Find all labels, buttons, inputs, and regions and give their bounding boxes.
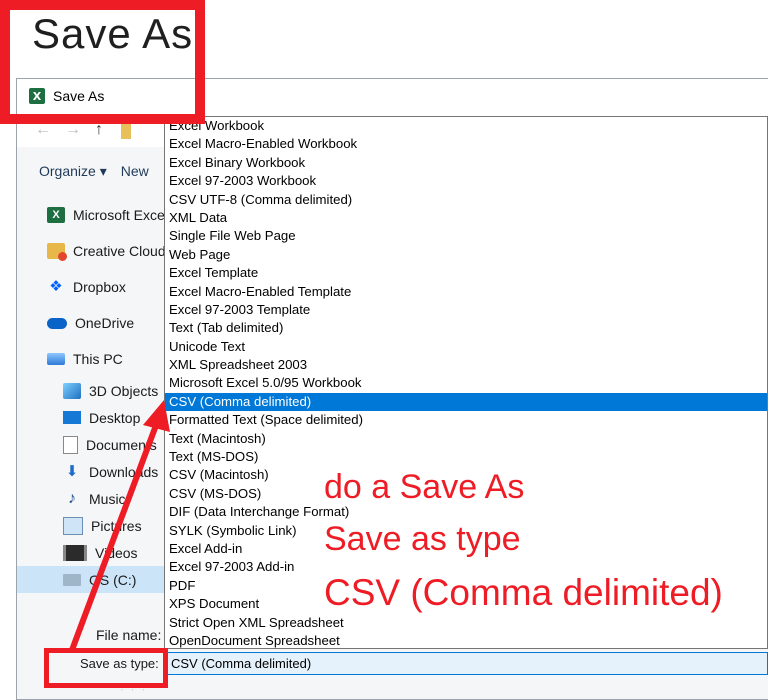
drive-icon	[63, 573, 81, 586]
sidebar-item-downloads[interactable]: ⬇ Downloads	[17, 458, 165, 485]
new-folder-button[interactable]: New	[121, 163, 149, 179]
music-icon: ♪	[68, 489, 76, 507]
sidebar-item-label: Microsoft Excel	[73, 207, 165, 223]
file-type-option[interactable]: Excel Macro-Enabled Workbook	[165, 135, 767, 153]
highlight-box-save-as-type	[44, 648, 168, 688]
sidebar-item-microsoft-excel[interactable]: X Microsoft Excel	[17, 197, 165, 233]
sidebar-item-3d-objects[interactable]: 3D Objects	[17, 377, 165, 404]
sidebar-item-this-pc[interactable]: This PC	[17, 341, 165, 377]
file-type-option[interactable]: CSV (Comma delimited)	[165, 392, 767, 412]
videos-icon	[63, 544, 87, 561]
save-as-type-dropdown-list[interactable]: Excel Workbook Excel Macro-Enabled Workbo…	[164, 116, 768, 649]
sidebar-item-label: 3D Objects	[89, 382, 159, 399]
file-name-label: File name:	[96, 627, 162, 643]
sidebar-item-documents[interactable]: Documents	[17, 431, 165, 458]
onedrive-icon	[47, 317, 67, 329]
pictures-icon	[63, 516, 83, 535]
sidebar-item-label: Dropbox	[73, 279, 126, 295]
file-type-option[interactable]: XML Data	[165, 209, 767, 227]
sidebar-item-label: OS (C:)	[89, 571, 137, 588]
annotation-line-2: Save as type	[324, 520, 521, 558]
file-type-option[interactable]: Unicode Text	[165, 338, 767, 356]
sidebar-item-music[interactable]: ♪ Music	[17, 485, 165, 512]
sidebar-item-label: Downloads	[89, 463, 159, 480]
sidebar-item-label: Creative Cloud	[73, 243, 165, 259]
file-type-option[interactable]: Text (Macintosh)	[165, 430, 767, 448]
organize-button[interactable]: Organize ▾	[39, 163, 107, 180]
file-type-option[interactable]: Strict Open XML Spreadsheet	[165, 614, 767, 632]
file-type-option[interactable]: Text (Tab delimited)	[165, 319, 767, 337]
sidebar-item-dropbox[interactable]: ❖ Dropbox	[17, 269, 165, 305]
3d-objects-icon	[63, 382, 81, 399]
dropbox-icon: ❖	[49, 278, 63, 295]
annotation-line-3: CSV (Comma delimited)	[324, 572, 723, 613]
file-type-option[interactable]: Excel Template	[165, 264, 767, 282]
sidebar-item-label: This PC	[73, 351, 123, 367]
file-type-option[interactable]: Excel Binary Workbook	[165, 154, 767, 172]
sidebar-item-label: OneDrive	[75, 315, 135, 331]
sidebar-item-label: Music	[89, 490, 126, 507]
sidebar-item-os-drive[interactable]: OS (C:)	[17, 566, 165, 593]
file-type-option[interactable]: XML Spreadsheet 2003	[165, 356, 767, 374]
file-type-option[interactable]: Excel Workbook	[165, 117, 767, 135]
excel-icon: X	[47, 207, 65, 223]
sidebar-item-videos[interactable]: Videos	[17, 539, 165, 566]
creative-cloud-icon	[47, 243, 67, 261]
sidebar-item-desktop[interactable]: Desktop	[17, 404, 165, 431]
file-type-option[interactable]: Microsoft Excel 5.0/95 Workbook	[165, 374, 767, 392]
sidebar-item-label: Desktop	[89, 409, 141, 426]
desktop-icon	[63, 411, 81, 424]
file-type-option[interactable]: OpenDocument Spreadsheet	[165, 632, 767, 648]
file-type-option[interactable]: Text (MS-DOS)	[165, 448, 767, 466]
highlight-box-title	[0, 0, 205, 124]
pc-icon	[47, 353, 65, 365]
file-type-option[interactable]: Formatted Text (Space delimited)	[165, 411, 767, 429]
file-type-option[interactable]: Excel Macro-Enabled Template	[165, 283, 767, 301]
sidebar-item-creative-cloud[interactable]: Creative Cloud	[17, 233, 165, 269]
sidebar-item-label: Documents	[86, 436, 157, 453]
file-type-option[interactable]: Excel 97-2003 Template	[165, 301, 767, 319]
documents-icon	[63, 435, 78, 454]
sidebar-item-label: Pictures	[91, 517, 142, 534]
file-type-option[interactable]: Single File Web Page	[165, 227, 767, 245]
sidebar-item-label: Videos	[95, 544, 138, 561]
downloads-icon: ⬇	[65, 462, 79, 480]
file-type-option[interactable]: CSV UTF-8 (Comma delimited)	[165, 191, 767, 209]
file-type-option[interactable]: Web Page	[165, 246, 767, 264]
file-type-option[interactable]: Excel 97-2003 Workbook	[165, 172, 767, 190]
navigation-pane: X Microsoft Excel Creative Cloud ❖ Dropb…	[17, 197, 165, 593]
annotation-line-1: do a Save As	[324, 468, 525, 506]
save-as-type-select[interactable]: CSV (Comma delimited)	[166, 652, 768, 675]
sidebar-item-pictures[interactable]: Pictures	[17, 512, 165, 539]
sidebar-item-onedrive[interactable]: OneDrive	[17, 305, 165, 341]
